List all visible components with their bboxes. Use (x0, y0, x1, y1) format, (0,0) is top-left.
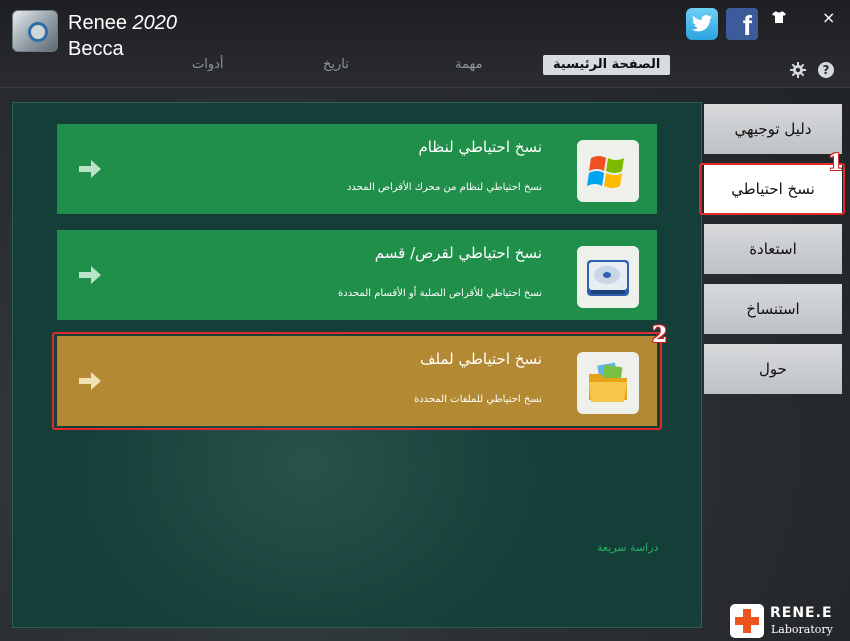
facebook-icon[interactable]: f (726, 8, 758, 41)
system-backup-card[interactable]: نسخ احتياطي لنظام نسخ احتياطي لنظام من م… (57, 124, 657, 214)
arrow-right-icon (79, 160, 101, 178)
brand-cross-icon (730, 604, 764, 638)
close-button[interactable]: × (822, 8, 835, 27)
highlight-file-backup (52, 332, 662, 430)
app-logo-icon (12, 10, 58, 52)
tab-home[interactable]: الصفحة الرئيسية (543, 55, 671, 75)
card-title: نسخ احتياطي لنظام (418, 138, 542, 156)
app-name: Renee (68, 12, 127, 34)
tab-tools[interactable]: أدوات (192, 57, 224, 77)
sidebar-item-clone[interactable]: استنساخ (704, 284, 842, 334)
help-button[interactable]: ? (818, 62, 834, 78)
app-version: 2020 (132, 12, 178, 34)
app-window: Renee 2020 Becca أدوات تاريخ مهمة الصفحة… (0, 0, 850, 641)
brand-logo: RENE.E Laboratory (730, 604, 840, 638)
sidebar-item-restore[interactable]: استعادة (704, 224, 842, 274)
quick-study-link[interactable]: دراسة سريعة (597, 541, 658, 554)
app-title: Renee 2020 (68, 12, 177, 35)
annotation-badge-1: 1 (828, 150, 844, 176)
brand-subtitle: Laboratory (771, 623, 833, 636)
brand-name: RENE.E (770, 605, 833, 621)
card-description: نسخ احتياطي للأقراص الصلبة أو الأقسام ال… (338, 288, 542, 299)
tab-task[interactable]: مهمة (455, 57, 482, 77)
skin-icon[interactable] (772, 11, 786, 23)
user-name: Becca (68, 38, 124, 60)
card-title: نسخ احتياطي لقرص/ قسم (374, 244, 542, 262)
tab-history[interactable]: تاريخ (323, 57, 349, 77)
sidebar-item-guide[interactable]: دليل توجيهي (704, 104, 842, 154)
card-description: نسخ احتياطي لنظام من محرك الأقراص المحدد (346, 182, 542, 193)
title-bar: Renee 2020 Becca أدوات تاريخ مهمة الصفحة… (0, 0, 850, 88)
arrow-right-icon (79, 266, 101, 284)
highlight-backup-nav (699, 163, 845, 215)
annotation-badge-2: 2 (652, 322, 668, 348)
gear-icon[interactable] (790, 62, 806, 78)
twitter-icon[interactable] (686, 8, 718, 40)
disk-partition-backup-card[interactable]: نسخ احتياطي لقرص/ قسم نسخ احتياطي للأقرا… (57, 230, 657, 320)
sidebar-item-about[interactable]: حول (704, 344, 842, 394)
hard-disk-icon (577, 246, 639, 308)
windows-logo-icon (577, 140, 639, 202)
